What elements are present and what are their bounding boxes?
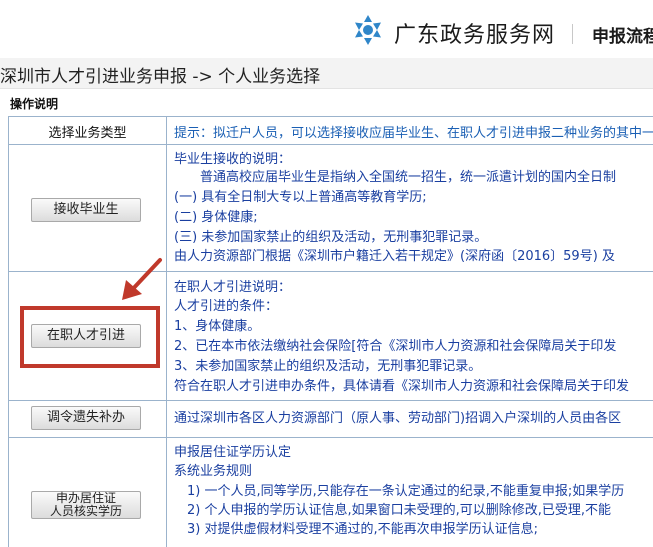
table-row: 申办居住证 人员核实学历 申报居住证学历认定 系统业务规则 1) 一个人员,同等… [9,438,653,547]
site-name[interactable]: 广东政务服务网 [394,17,555,49]
description-cell: 通过深圳市各区人力资源部门（原人事、劳动部门)招调入户深圳的人员由各区 [174,401,653,437]
description-line: 由人力资源部门根据《深圳市户籍迁入若干规定》(深府函〔2016〕59号) 及 [174,249,615,264]
description-cell: 毕业生接收的说明： 普通高校应届毕业生是指纳入全国统一招生，统一派遣计划的国内全… [174,145,653,271]
description-cell: 申报居住证学历认定 系统业务规则 1) 一个人员,同等学历,只能存在一条认定通过… [174,438,653,547]
table-row: 调令遗失补办 通过深圳市各区人力资源部门（原人事、劳动部门)招调入户深圳的人员由… [9,401,653,438]
highlight-box [20,306,160,368]
description-line: 普通高校应届毕业生是指纳入全国统一招生，统一派遣计划的国内全日制 [174,170,617,185]
breadcrumb: 深圳市人才引进业务申报 -> 个人业务选择 [0,67,321,87]
residence-permit-education-button[interactable]: 申办居住证 人员核实学历 [31,491,141,519]
transfer-order-reissue-button[interactable]: 调令遗失补办 [31,406,141,430]
description-line: 1) 一个人员,同等学历,只能存在一条认定通过的纪录,不能重复申报;如果学历 [174,484,625,499]
button-cell: 接收毕业生 [9,145,167,271]
description-line: 3、未参加国家禁止的组织及活动，无刑事犯罪记录。 [174,359,482,374]
description-line: 2) 个人申报的学历认证信息,如果窗口未受理的,可以删除修改,已受理,不能 [174,503,612,518]
description-cell: 在职人才引进说明： 人才引进的条件： 1、身体健康。 2、已在本市依法缴纳社会保… [174,272,653,400]
description-line: 系统业务规则 [174,464,253,479]
description-line: 2、已在本市依法缴纳社会保险[符合《深圳市人力资源和社会保障局关于印发 [174,339,617,354]
button-cell: 申办居住证 人员核实学历 [9,438,167,547]
button-label-line: 人员核实学历 [49,504,122,518]
process-link[interactable]: 申报流程 [592,22,653,47]
table-header-row: 选择业务类型 提示：拟迁户人员，可以选择接收应届毕业生、在职人才引进申报二种业务… [9,117,653,145]
header-tip-cell: 提示：拟迁户人员，可以选择接收应届毕业生、在职人才引进申报二种业务的其中一种 [174,117,653,144]
button-label-line: 申办居住证 [55,491,116,505]
description-line: 人才引进的条件： [174,299,279,314]
description-line: (一) 具有全日制大专以上普通高等教育学历; [174,190,427,205]
pointer-arrow-icon [122,258,162,300]
breadcrumb-bar: 深圳市人才引进业务申报 -> 个人业务选择 [0,58,653,89]
description-line: (三) 未参加国家禁止的组织及活动，无刑事犯罪记录。 [174,230,488,245]
description-line: 通过深圳市各区人力资源部门（原人事、劳动部门)招调入户深圳的人员由各区 [174,411,622,426]
header-label-cell: 选择业务类型 [9,117,167,144]
description-line: 符合在职人才引进申办条件，具体请看《深圳市人力资源和社会保障局关于印发 [174,379,630,394]
graduate-button[interactable]: 接收毕业生 [31,198,141,222]
description-line: 在职人才引进说明： [174,280,292,295]
site-header: 广东政务服务网 申报流程 [0,0,653,58]
table-row: 接收毕业生 毕业生接收的说明： 普通高校应届毕业生是指纳入全国统一招生，统一派遣… [9,145,653,272]
description-line: 毕业生接收的说明： [174,152,292,167]
header-label: 选择业务类型 [48,126,127,141]
section-title: 操作说明 [10,97,59,111]
header-tip: 提示：拟迁户人员，可以选择接收应届毕业生、在职人才引进申报二种业务的其中一种 [174,126,653,141]
description-line: 1、身体健康。 [174,319,261,334]
description-line: 申报居住证学历认定 [174,445,292,460]
description-line: 3) 对提供虚假材料受理不通过的,不能再次申报学历认证信息; [174,522,538,537]
header-divider [572,24,573,44]
description-line: (二) 身体健康; [174,210,258,225]
snowflake-logo-icon[interactable] [352,14,384,46]
button-cell: 调令遗失补办 [9,401,167,437]
